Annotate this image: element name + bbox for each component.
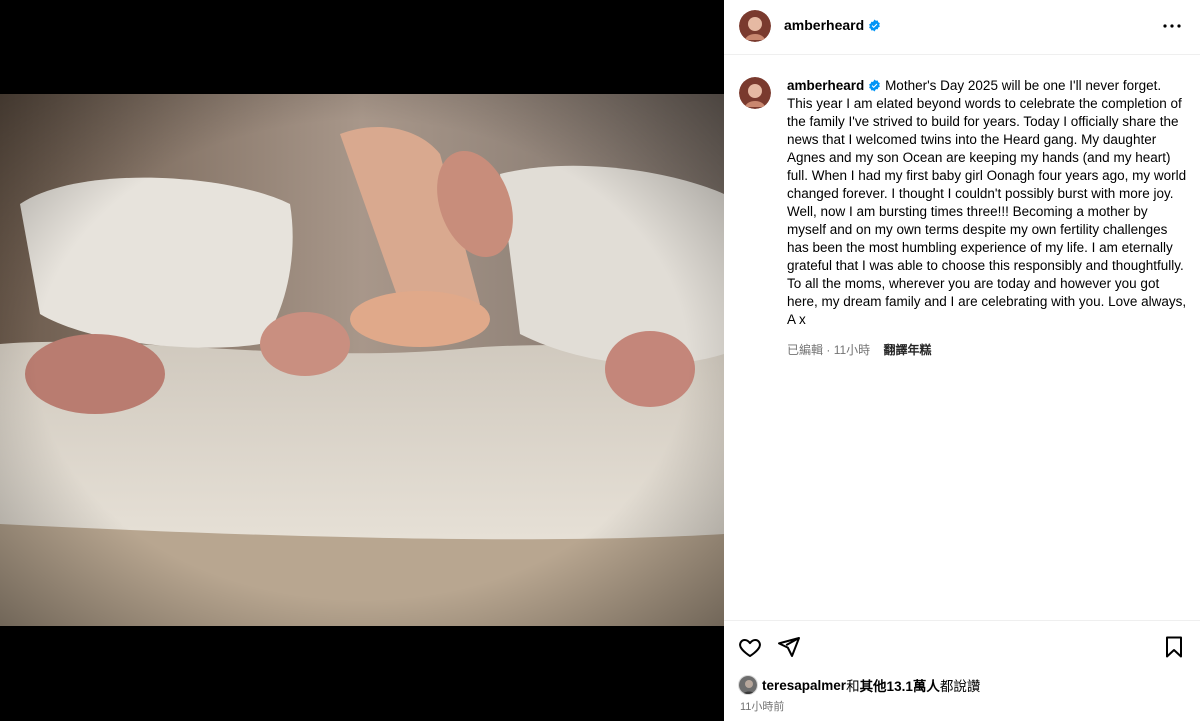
- heart-outline-icon[interactable]: [738, 635, 762, 659]
- send-icon[interactable]: [777, 635, 801, 659]
- bookmark-icon[interactable]: [1162, 635, 1186, 659]
- caption-text: Mother's Day 2025 will be one I'll never…: [787, 78, 1187, 327]
- translate-button[interactable]: 翻譯年糕: [884, 343, 932, 357]
- author-username-text: amberheard: [784, 17, 865, 33]
- likes-suffix-text: 都說讚: [939, 679, 981, 694]
- caption-avatar[interactable]: [739, 77, 771, 109]
- caption-meta: 已編輯 · 11小時 翻譯年糕: [787, 343, 932, 357]
- liker-avatar[interactable]: [738, 675, 758, 695]
- post-caption: amberheard Mother's Day 2025 will be one…: [739, 77, 1189, 358]
- media-pane: [0, 0, 724, 721]
- edited-label: 已編輯: [787, 343, 824, 357]
- post-sidebar: amberheard amberheard Mother's Day 2025 …: [724, 0, 1200, 721]
- likes-summary[interactable]: teresapalmer 和其他13.1萬人 都說讚: [738, 674, 980, 696]
- more-options-icon[interactable]: [1160, 14, 1184, 38]
- liker-username[interactable]: teresapalmer: [762, 678, 846, 693]
- post-photo[interactable]: [0, 94, 724, 626]
- caption-username-text: amberheard: [787, 78, 865, 93]
- likes-and-text: 和: [846, 679, 860, 694]
- actions-bar: teresapalmer 和其他13.1萬人 都說讚 11小時前: [724, 620, 1200, 721]
- post-header: amberheard: [724, 0, 1200, 55]
- author-avatar[interactable]: [739, 10, 771, 42]
- caption-body: amberheard Mother's Day 2025 will be one…: [787, 77, 1189, 329]
- caption-username[interactable]: amberheard: [787, 78, 881, 93]
- likes-others-count[interactable]: 其他13.1萬人: [860, 675, 940, 695]
- verified-badge-icon: [869, 19, 881, 32]
- post-timestamp[interactable]: 11小時前: [740, 698, 784, 714]
- author-username[interactable]: amberheard: [784, 17, 881, 33]
- caption-time[interactable]: 11小時: [834, 343, 870, 357]
- verified-badge-icon: [869, 79, 881, 92]
